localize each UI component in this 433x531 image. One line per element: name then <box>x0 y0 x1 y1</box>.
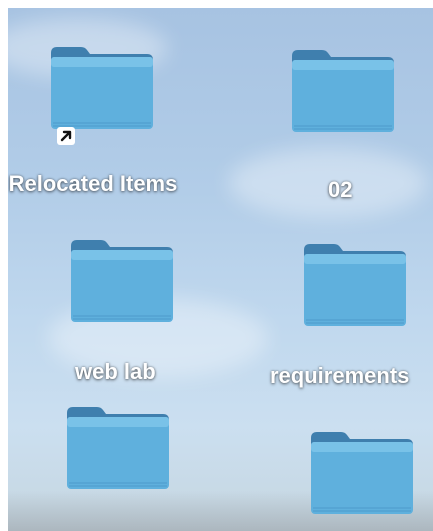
folder-icon <box>288 46 398 134</box>
item-label: web lab <box>75 359 156 384</box>
item-label: 02 <box>328 177 353 202</box>
folder-icon <box>300 240 410 328</box>
folder-icon <box>63 403 173 491</box>
item-label: Relocated Items <box>8 171 178 196</box>
item-label: requirements <box>270 363 410 388</box>
folder-icon <box>307 428 417 516</box>
folder-icon <box>67 236 177 324</box>
desktop: Relocated Items 02 web lab requirements <box>8 8 433 531</box>
folder-alias-icon <box>47 43 157 131</box>
alias-arrow-icon <box>57 127 75 145</box>
